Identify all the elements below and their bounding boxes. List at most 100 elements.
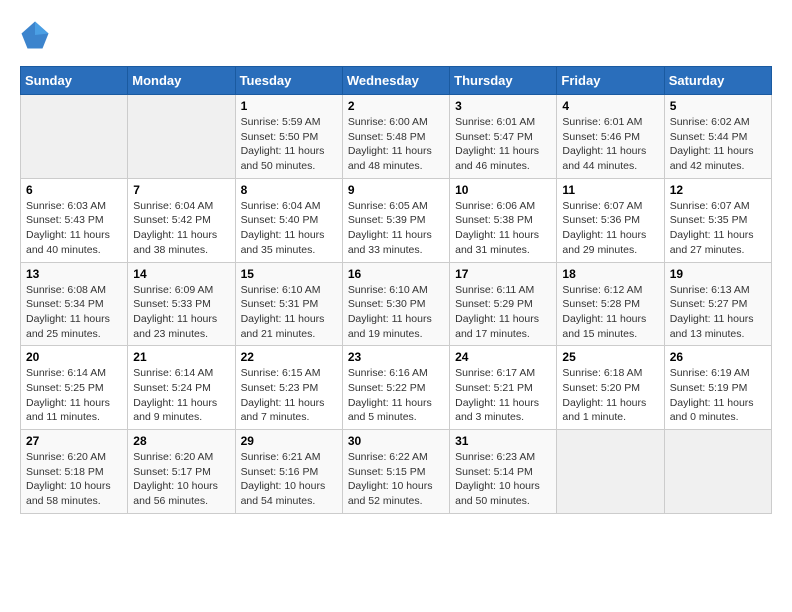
- calendar-cell: 20 Sunrise: 6:14 AMSunset: 5:25 PMDayligh…: [21, 346, 128, 430]
- calendar-week-5: 27 Sunrise: 6:20 AMSunset: 5:18 PMDayligh…: [21, 430, 772, 514]
- calendar-cell: 30Sunrise: 6:22 AMSunset: 5:15 PMDayligh…: [342, 430, 449, 514]
- day-number: 10: [455, 183, 551, 197]
- day-number: 21: [133, 350, 229, 364]
- calendar-cell: 10 Sunrise: 6:06 AMSunset: 5:38 PMDayligh…: [450, 178, 557, 262]
- day-info: Sunrise: 6:01 AMSunset: 5:46 PMDaylight:…: [562, 115, 658, 174]
- header-day-monday: Monday: [128, 67, 235, 95]
- day-number: 3: [455, 99, 551, 113]
- day-info: Sunrise: 6:11 AMSunset: 5:29 PMDaylight:…: [455, 283, 551, 342]
- day-info: Sunrise: 6:14 AMSunset: 5:25 PMDaylight:…: [26, 366, 122, 425]
- day-info: Sunrise: 6:18 AMSunset: 5:20 PMDaylight:…: [562, 366, 658, 425]
- day-info: Sunrise: 6:01 AMSunset: 5:47 PMDaylight:…: [455, 115, 551, 174]
- day-number: 29: [241, 434, 337, 448]
- calendar-cell: 8 Sunrise: 6:04 AMSunset: 5:40 PMDaylight…: [235, 178, 342, 262]
- calendar-cell: [128, 95, 235, 179]
- day-info: Sunrise: 6:19 AMSunset: 5:19 PMDaylight:…: [670, 366, 766, 425]
- calendar-cell: 9Sunrise: 6:05 AMSunset: 5:39 PMDaylight…: [342, 178, 449, 262]
- day-number: 14: [133, 267, 229, 281]
- header-day-saturday: Saturday: [664, 67, 771, 95]
- page-header: [20, 20, 772, 50]
- day-number: 19: [670, 267, 766, 281]
- day-info: Sunrise: 6:21 AMSunset: 5:16 PMDaylight:…: [241, 450, 337, 509]
- day-info: Sunrise: 6:09 AMSunset: 5:33 PMDaylight:…: [133, 283, 229, 342]
- day-number: 6: [26, 183, 122, 197]
- day-info: Sunrise: 6:20 AMSunset: 5:17 PMDaylight:…: [133, 450, 229, 509]
- day-info: Sunrise: 5:59 AMSunset: 5:50 PMDaylight:…: [241, 115, 337, 174]
- calendar-week-2: 6 Sunrise: 6:03 AMSunset: 5:43 PMDaylight…: [21, 178, 772, 262]
- day-info: Sunrise: 6:17 AMSunset: 5:21 PMDaylight:…: [455, 366, 551, 425]
- header-day-wednesday: Wednesday: [342, 67, 449, 95]
- calendar-cell: 5 Sunrise: 6:02 AMSunset: 5:44 PMDaylight…: [664, 95, 771, 179]
- calendar-cell: 31 Sunrise: 6:23 AMSunset: 5:14 PMDayligh…: [450, 430, 557, 514]
- day-number: 2: [348, 99, 444, 113]
- calendar-cell: 28 Sunrise: 6:20 AMSunset: 5:17 PMDayligh…: [128, 430, 235, 514]
- day-info: Sunrise: 6:14 AMSunset: 5:24 PMDaylight:…: [133, 366, 229, 425]
- calendar-cell: 4 Sunrise: 6:01 AMSunset: 5:46 PMDaylight…: [557, 95, 664, 179]
- calendar-cell: 26 Sunrise: 6:19 AMSunset: 5:19 PMDayligh…: [664, 346, 771, 430]
- day-number: 16: [348, 267, 444, 281]
- day-info: Sunrise: 6:22 AMSunset: 5:15 PMDaylight:…: [348, 450, 444, 509]
- day-number: 22: [241, 350, 337, 364]
- day-info: Sunrise: 6:12 AMSunset: 5:28 PMDaylight:…: [562, 283, 658, 342]
- header-day-sunday: Sunday: [21, 67, 128, 95]
- calendar-cell: 11 Sunrise: 6:07 AMSunset: 5:36 PMDayligh…: [557, 178, 664, 262]
- calendar-cell: [21, 95, 128, 179]
- day-number: 28: [133, 434, 229, 448]
- calendar-cell: 25Sunrise: 6:18 AMSunset: 5:20 PMDayligh…: [557, 346, 664, 430]
- day-info: Sunrise: 6:02 AMSunset: 5:44 PMDaylight:…: [670, 115, 766, 174]
- calendar-cell: 21 Sunrise: 6:14 AMSunset: 5:24 PMDayligh…: [128, 346, 235, 430]
- calendar-cell: 3 Sunrise: 6:01 AMSunset: 5:47 PMDaylight…: [450, 95, 557, 179]
- day-info: Sunrise: 6:23 AMSunset: 5:14 PMDaylight:…: [455, 450, 551, 509]
- day-number: 13: [26, 267, 122, 281]
- day-info: Sunrise: 6:06 AMSunset: 5:38 PMDaylight:…: [455, 199, 551, 258]
- day-info: Sunrise: 6:07 AMSunset: 5:36 PMDaylight:…: [562, 199, 658, 258]
- header-day-tuesday: Tuesday: [235, 67, 342, 95]
- calendar-week-4: 20 Sunrise: 6:14 AMSunset: 5:25 PMDayligh…: [21, 346, 772, 430]
- day-info: Sunrise: 6:10 AMSunset: 5:31 PMDaylight:…: [241, 283, 337, 342]
- calendar-cell: 14 Sunrise: 6:09 AMSunset: 5:33 PMDayligh…: [128, 262, 235, 346]
- calendar-cell: 12 Sunrise: 6:07 AMSunset: 5:35 PMDayligh…: [664, 178, 771, 262]
- calendar-cell: 29 Sunrise: 6:21 AMSunset: 5:16 PMDayligh…: [235, 430, 342, 514]
- day-info: Sunrise: 6:00 AMSunset: 5:48 PMDaylight:…: [348, 115, 444, 174]
- calendar-week-3: 13 Sunrise: 6:08 AMSunset: 5:34 PMDayligh…: [21, 262, 772, 346]
- calendar-cell: 13 Sunrise: 6:08 AMSunset: 5:34 PMDayligh…: [21, 262, 128, 346]
- day-number: 18: [562, 267, 658, 281]
- day-number: 8: [241, 183, 337, 197]
- calendar-cell: 27 Sunrise: 6:20 AMSunset: 5:18 PMDayligh…: [21, 430, 128, 514]
- day-number: 27: [26, 434, 122, 448]
- day-info: Sunrise: 6:16 AMSunset: 5:22 PMDaylight:…: [348, 366, 444, 425]
- logo: [20, 20, 54, 50]
- calendar-cell: 24 Sunrise: 6:17 AMSunset: 5:21 PMDayligh…: [450, 346, 557, 430]
- day-number: 5: [670, 99, 766, 113]
- day-info: Sunrise: 6:15 AMSunset: 5:23 PMDaylight:…: [241, 366, 337, 425]
- day-number: 4: [562, 99, 658, 113]
- calendar-cell: 1Sunrise: 5:59 AMSunset: 5:50 PMDaylight…: [235, 95, 342, 179]
- day-info: Sunrise: 6:08 AMSunset: 5:34 PMDaylight:…: [26, 283, 122, 342]
- calendar-cell: 2 Sunrise: 6:00 AMSunset: 5:48 PMDaylight…: [342, 95, 449, 179]
- calendar-cell: [664, 430, 771, 514]
- calendar-cell: 7Sunrise: 6:04 AMSunset: 5:42 PMDaylight…: [128, 178, 235, 262]
- day-info: Sunrise: 6:10 AMSunset: 5:30 PMDaylight:…: [348, 283, 444, 342]
- day-number: 23: [348, 350, 444, 364]
- header-day-thursday: Thursday: [450, 67, 557, 95]
- calendar-cell: 18 Sunrise: 6:12 AMSunset: 5:28 PMDayligh…: [557, 262, 664, 346]
- calendar-cell: 17Sunrise: 6:11 AMSunset: 5:29 PMDayligh…: [450, 262, 557, 346]
- day-info: Sunrise: 6:04 AMSunset: 5:40 PMDaylight:…: [241, 199, 337, 258]
- day-info: Sunrise: 6:07 AMSunset: 5:35 PMDaylight:…: [670, 199, 766, 258]
- calendar-week-1: 1Sunrise: 5:59 AMSunset: 5:50 PMDaylight…: [21, 95, 772, 179]
- day-info: Sunrise: 6:20 AMSunset: 5:18 PMDaylight:…: [26, 450, 122, 509]
- day-number: 24: [455, 350, 551, 364]
- logo-icon: [20, 20, 50, 50]
- day-number: 20: [26, 350, 122, 364]
- day-info: Sunrise: 6:04 AMSunset: 5:42 PMDaylight:…: [133, 199, 229, 258]
- calendar-body: 1Sunrise: 5:59 AMSunset: 5:50 PMDaylight…: [21, 95, 772, 514]
- day-number: 12: [670, 183, 766, 197]
- calendar-cell: 15Sunrise: 6:10 AMSunset: 5:31 PMDayligh…: [235, 262, 342, 346]
- day-info: Sunrise: 6:03 AMSunset: 5:43 PMDaylight:…: [26, 199, 122, 258]
- calendar-cell: 23 Sunrise: 6:16 AMSunset: 5:22 PMDayligh…: [342, 346, 449, 430]
- day-number: 31: [455, 434, 551, 448]
- calendar-header: SundayMondayTuesdayWednesdayThursdayFrid…: [21, 67, 772, 95]
- day-number: 11: [562, 183, 658, 197]
- day-number: 26: [670, 350, 766, 364]
- calendar-table: SundayMondayTuesdayWednesdayThursdayFrid…: [20, 66, 772, 514]
